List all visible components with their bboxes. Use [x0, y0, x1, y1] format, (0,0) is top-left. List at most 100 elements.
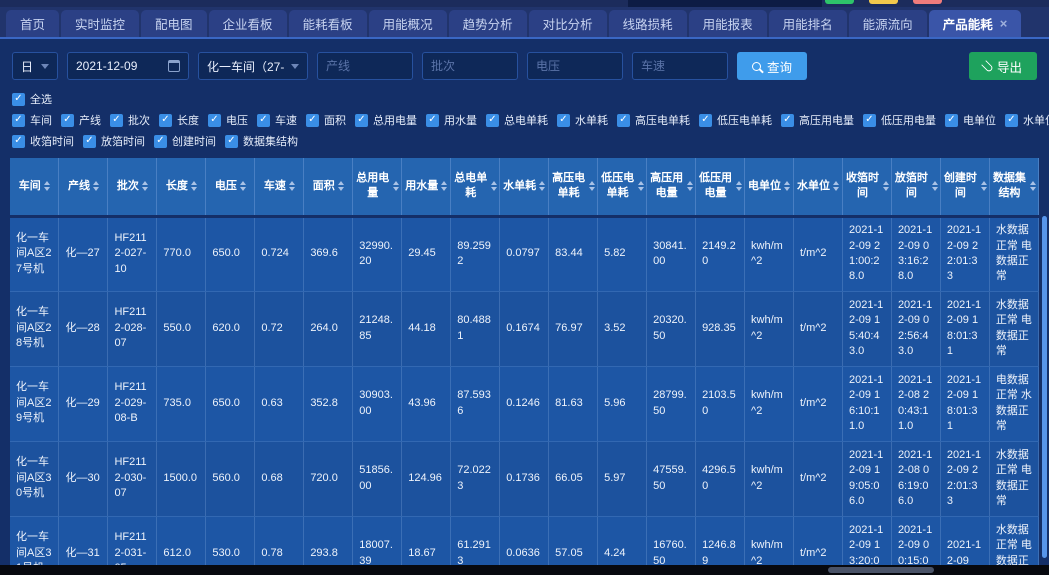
- tab-用能排名[interactable]: 用能排名: [769, 10, 847, 37]
- sort-icon[interactable]: [289, 181, 295, 191]
- tab-对比分析[interactable]: 对比分析: [529, 10, 607, 37]
- column-header-用水量[interactable]: 用水量: [402, 158, 451, 216]
- column-header-面积[interactable]: 面积: [304, 158, 353, 216]
- checkbox-低压电单耗[interactable]: ✓低压电单耗: [699, 112, 772, 128]
- tab-label: 用能报表: [703, 14, 753, 33]
- sort-icon[interactable]: [981, 181, 987, 191]
- column-header-inner: 总用电量: [355, 171, 399, 201]
- column-header-电压[interactable]: 电压: [206, 158, 255, 216]
- tab-首页[interactable]: 首页: [6, 10, 59, 37]
- sort-icon[interactable]: [491, 181, 497, 191]
- checkbox-车间[interactable]: ✓车间: [12, 112, 52, 128]
- checkbox-数据集结构[interactable]: ✓数据集结构: [225, 133, 298, 149]
- tab-产品能耗[interactable]: 产品能耗×: [929, 10, 1022, 37]
- query-button[interactable]: 查询: [737, 52, 807, 80]
- column-header-inner: 批次: [110, 179, 154, 194]
- tab-能耗看板[interactable]: 能耗看板: [289, 10, 367, 37]
- vertical-scrollbar[interactable]: [1042, 216, 1047, 558]
- column-header-inner: 总电单耗: [453, 171, 497, 201]
- sort-icon[interactable]: [736, 181, 742, 191]
- sort-icon[interactable]: [883, 181, 889, 191]
- column-header-数据集结构[interactable]: 数据集结构: [989, 158, 1038, 216]
- sort-icon[interactable]: [784, 181, 790, 191]
- tab-用能概况[interactable]: 用能概况: [369, 10, 447, 37]
- horizontal-scrollbar-track[interactable]: [0, 565, 1049, 575]
- tab-企业看板[interactable]: 企业看板: [209, 10, 287, 37]
- batch-input[interactable]: [431, 59, 509, 73]
- date-picker[interactable]: 2021-12-09: [67, 52, 189, 80]
- line-input[interactable]: [326, 59, 404, 73]
- checkbox-批次[interactable]: ✓批次: [110, 112, 150, 128]
- sort-icon[interactable]: [142, 181, 148, 191]
- column-header-放箔时间[interactable]: 放箔时间: [891, 158, 940, 216]
- column-header-收箔时间[interactable]: 收箔时间: [842, 158, 891, 216]
- column-header-低压用电量[interactable]: 低压用电量: [696, 158, 745, 216]
- column-header-label: 高压用电量: [649, 171, 684, 201]
- sort-icon[interactable]: [393, 181, 399, 191]
- column-header-水单耗[interactable]: 水单耗: [500, 158, 549, 216]
- column-header-总用电量[interactable]: 总用电量: [353, 158, 402, 216]
- sort-icon[interactable]: [191, 181, 197, 191]
- column-header-车速[interactable]: 车速: [255, 158, 304, 216]
- column-header-长度[interactable]: 长度: [157, 158, 206, 216]
- sort-icon[interactable]: [338, 181, 344, 191]
- checkbox-收箔时间[interactable]: ✓收箔时间: [12, 133, 74, 149]
- sort-icon[interactable]: [833, 181, 839, 191]
- sort-icon[interactable]: [589, 181, 595, 191]
- checkbox-总用电量[interactable]: ✓总用电量: [355, 112, 417, 128]
- checkbox-放箔时间[interactable]: ✓放箔时间: [83, 133, 145, 149]
- table-cell: 化—28: [59, 291, 108, 366]
- column-header-低压电单耗[interactable]: 低压电单耗: [598, 158, 647, 216]
- checkbox-电压[interactable]: ✓电压: [208, 112, 248, 128]
- tab-实时监控[interactable]: 实时监控: [61, 10, 139, 37]
- checkbox-高压用电量[interactable]: ✓高压用电量: [781, 112, 854, 128]
- checkbox-产线[interactable]: ✓产线: [61, 112, 101, 128]
- sort-icon[interactable]: [441, 181, 447, 191]
- sort-icon[interactable]: [687, 181, 693, 191]
- checkbox-总电单耗[interactable]: ✓总电单耗: [486, 112, 548, 128]
- speed-input[interactable]: [641, 59, 719, 73]
- checkbox-车速[interactable]: ✓车速: [257, 112, 297, 128]
- sort-icon[interactable]: [1030, 181, 1036, 191]
- sort-icon[interactable]: [932, 181, 938, 191]
- column-header-产线[interactable]: 产线: [59, 158, 108, 216]
- voltage-input[interactable]: [536, 59, 614, 73]
- checkbox-创建时间[interactable]: ✓创建时间: [154, 133, 216, 149]
- horizontal-scrollbar-thumb[interactable]: [828, 567, 934, 573]
- sort-icon[interactable]: [638, 181, 644, 191]
- sort-icon[interactable]: [240, 181, 246, 191]
- column-header-总电单耗[interactable]: 总电单耗: [451, 158, 500, 216]
- tab-趋势分析[interactable]: 趋势分析: [449, 10, 527, 37]
- tab-能源流向[interactable]: 能源流向: [849, 10, 927, 37]
- checkbox-用水量[interactable]: ✓用水量: [426, 112, 477, 128]
- column-header-车间[interactable]: 车间: [10, 158, 59, 216]
- column-header-创建时间[interactable]: 创建时间: [940, 158, 989, 216]
- column-header-inner: 高压用电量: [649, 171, 693, 201]
- tab-配电图[interactable]: 配电图: [141, 10, 207, 37]
- workshop-select[interactable]: 化一车间（27-6...: [198, 52, 308, 80]
- period-select[interactable]: 日: [12, 52, 58, 80]
- tab-线路损耗[interactable]: 线路损耗: [609, 10, 687, 37]
- checkbox-水单耗[interactable]: ✓水单耗: [557, 112, 608, 128]
- column-header-电单位[interactable]: 电单位: [745, 158, 794, 216]
- checkbox-长度[interactable]: ✓长度: [159, 112, 199, 128]
- sort-icon[interactable]: [93, 181, 99, 191]
- checkbox-select-all[interactable]: ✓ 全选: [12, 91, 52, 107]
- checkbox-低压用电量[interactable]: ✓低压用电量: [863, 112, 936, 128]
- table-cell: kwh/m^2: [745, 216, 794, 291]
- column-header-高压用电量[interactable]: 高压用电量: [647, 158, 696, 216]
- checkbox-高压电单耗[interactable]: ✓高压电单耗: [617, 112, 690, 128]
- column-header-批次[interactable]: 批次: [108, 158, 157, 216]
- sort-desc-icon: [338, 187, 344, 191]
- tab-close-icon[interactable]: ×: [1000, 17, 1008, 30]
- sort-icon[interactable]: [539, 181, 545, 191]
- tab-用能报表[interactable]: 用能报表: [689, 10, 767, 37]
- export-button[interactable]: 导出: [969, 52, 1037, 80]
- checkbox-水单位[interactable]: ✓水单位: [1005, 112, 1049, 128]
- column-header-水单位[interactable]: 水单位: [794, 158, 843, 216]
- sort-icon[interactable]: [44, 181, 50, 191]
- checkbox-电单位[interactable]: ✓电单位: [945, 112, 996, 128]
- checkbox-面积[interactable]: ✓面积: [306, 112, 346, 128]
- table-cell: 0.0797: [500, 216, 549, 291]
- column-header-高压电单耗[interactable]: 高压电单耗: [549, 158, 598, 216]
